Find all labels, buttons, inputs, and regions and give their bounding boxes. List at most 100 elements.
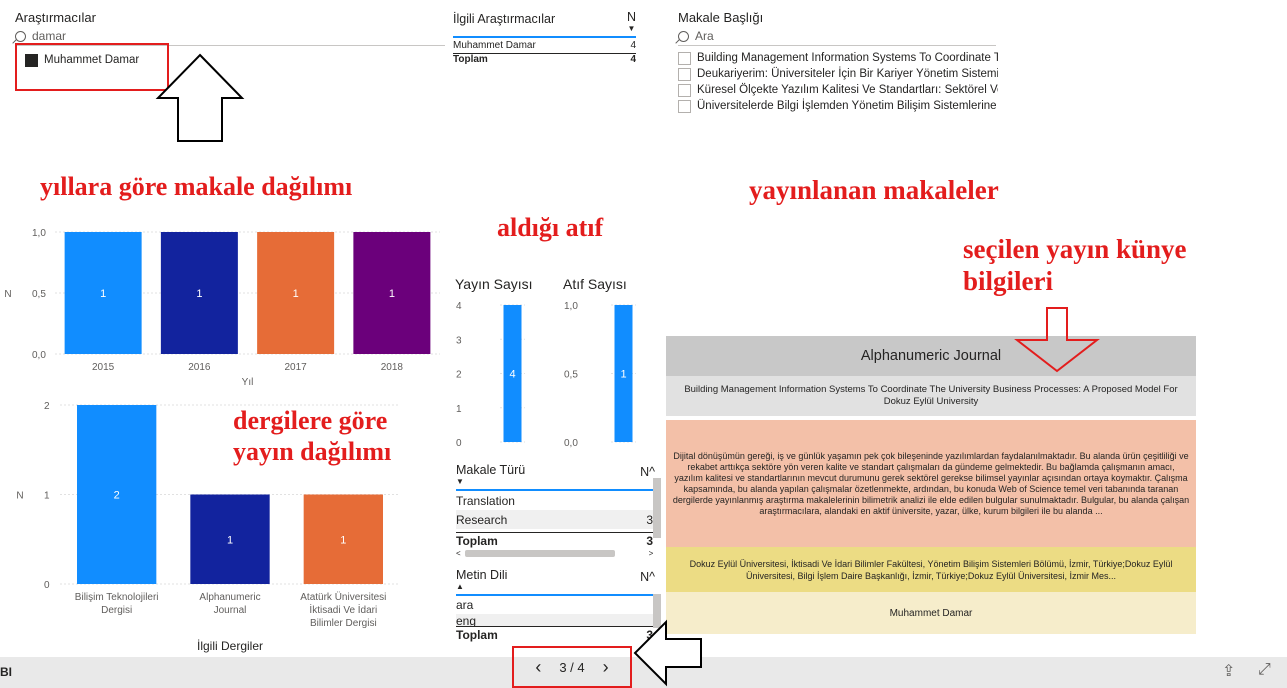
researchers-search-input[interactable]: damar bbox=[32, 29, 66, 43]
card-author: Muhammet Damar bbox=[666, 592, 1196, 634]
sort-up-icon: ▲ bbox=[456, 582, 464, 591]
x-tick-label: Alphanumeric bbox=[199, 592, 260, 603]
article-item[interactable]: Küresel Ölçekte Yazılım Kalitesi Ve Stan… bbox=[678, 82, 998, 98]
x-tick-label: İktisadi Ve İdari bbox=[309, 603, 377, 616]
x-tick-label: Atatürk Üniversitesi bbox=[300, 591, 386, 603]
annotation-selected-info: seçilen yayın künye bilgileri bbox=[963, 233, 1187, 297]
col-header-text-language[interactable]: Metin Dili ▲ bbox=[456, 570, 507, 594]
y-tick-label: 2 bbox=[456, 370, 462, 381]
prev-page-icon[interactable]: ‹ bbox=[535, 657, 541, 678]
y-tick-label: 1 bbox=[456, 404, 462, 415]
next-page-icon[interactable]: › bbox=[603, 657, 609, 678]
article-slicer-title: Makale Başlığı bbox=[678, 10, 764, 25]
article-item[interactable]: Building Management Information Systems … bbox=[678, 50, 998, 66]
chart-articles-by-year: 0,0 0,5 1,0 1 2015 1 2016 1 2017 1 2018 N Yıl bbox=[4, 228, 440, 388]
x-tick-label: Bilişim Teknolojileri bbox=[75, 592, 159, 603]
sort-down-icon: ▼ bbox=[456, 477, 464, 486]
up-arrow-annotation bbox=[155, 53, 245, 142]
col-header-n[interactable]: N ▼ bbox=[627, 11, 636, 34]
annotation-citations: aldığı atıf bbox=[497, 213, 604, 242]
total-label: Toplam bbox=[453, 54, 488, 65]
col-header-n-label: N bbox=[640, 465, 650, 479]
search-icon bbox=[15, 30, 26, 42]
annotation-selected-info-line2: bilgileri bbox=[963, 266, 1053, 296]
article-item-label: Building Management Information Systems … bbox=[697, 52, 998, 64]
y-axis-label: N bbox=[4, 289, 11, 300]
table-row: Muhammet Damar 4 bbox=[453, 40, 636, 53]
cell-name: eng bbox=[456, 614, 477, 626]
x-tick-label: 2016 bbox=[188, 362, 211, 373]
article-item-label: Küresel Ölçekte Yazılım Kalitesi Ve Stan… bbox=[697, 84, 998, 96]
chart-citation-count: 0,0 0,5 1,0 1 bbox=[564, 301, 636, 449]
y-tick-label: 0 bbox=[44, 580, 50, 591]
y-tick-label: 0,5 bbox=[564, 370, 578, 381]
article-item[interactable]: Üniversitelerde Bilgi İşlemden Yönetim B… bbox=[678, 98, 998, 114]
annotation-published: yayınlanan makaleler bbox=[749, 175, 999, 205]
article-search[interactable]: Ara bbox=[678, 29, 996, 46]
table-total-row: Toplam 3 bbox=[456, 532, 661, 549]
y-tick-label: 0 bbox=[456, 438, 462, 449]
cell-name: Muhammet Damar bbox=[453, 40, 536, 51]
sort-down-icon: ▼ bbox=[627, 24, 636, 33]
vertical-scrollbar[interactable] bbox=[653, 478, 661, 538]
scroll-thumb[interactable] bbox=[464, 550, 615, 557]
x-tick-label: Dergisi bbox=[101, 605, 132, 616]
y-tick-label: 1,0 bbox=[564, 301, 578, 312]
chart-articles-by-journal: 0 1 2 2 Bilişim Teknolojileri Dergisi 1 Alphanu… bbox=[16, 401, 400, 653]
total-label: Toplam bbox=[456, 627, 498, 642]
highlight-box-researcher bbox=[15, 43, 169, 91]
bar-data-label: 1 bbox=[227, 534, 233, 546]
fullscreen-icon[interactable]: ⤢ bbox=[1258, 661, 1271, 679]
bar-data-label: 1 bbox=[389, 288, 395, 300]
bar-data-label: 2 bbox=[114, 490, 120, 502]
table-row[interactable]: Translation bbox=[456, 491, 661, 510]
total-label: Toplam bbox=[456, 534, 498, 548]
col-header-article-type-label: Makale Türü bbox=[456, 463, 526, 477]
article-item[interactable]: Deukariyerim: Üniversiteler İçin Bir Kar… bbox=[678, 66, 998, 82]
card-affiliation: Dokuz Eylül Üniversitesi, İktisadi Ve İd… bbox=[666, 547, 1196, 592]
checkbox[interactable] bbox=[678, 67, 691, 81]
article-type-table: Makale Türü ▼ N^ Translation Research 3 … bbox=[456, 463, 661, 561]
x-axis-label: İlgili Dergiler bbox=[197, 639, 263, 653]
page-indicator: 3 / 4 bbox=[559, 659, 585, 675]
checkbox[interactable] bbox=[678, 83, 691, 97]
col-header-related-researchers[interactable]: İlgili Araştırmacılar bbox=[453, 12, 555, 26]
col-header-article-type[interactable]: Makale Türü ▼ bbox=[456, 463, 526, 489]
y-tick-label: 1,0 bbox=[32, 228, 46, 239]
table-row[interactable]: Research 3 bbox=[456, 510, 661, 529]
table-row[interactable]: ara bbox=[456, 596, 661, 614]
down-arrow-annotation bbox=[1014, 307, 1100, 373]
cell-name: Research bbox=[456, 512, 508, 527]
kpi-publication-title: Yayın Sayısı bbox=[455, 276, 533, 292]
table-row[interactable]: eng bbox=[456, 614, 661, 626]
table-header: Makale Türü ▼ N^ bbox=[456, 463, 661, 491]
y-tick-label: 2 bbox=[44, 401, 50, 412]
y-tick-label: 4 bbox=[456, 301, 462, 312]
article-item-label: Deukariyerim: Üniversiteler İçin Bir Kar… bbox=[697, 68, 998, 80]
scroll-left-icon[interactable]: < bbox=[456, 549, 461, 558]
col-header-text-language-label: Metin Dili bbox=[456, 570, 508, 582]
bar-data-label: 4 bbox=[509, 369, 515, 381]
article-search-input[interactable]: Ara bbox=[695, 29, 714, 43]
total-n: 4 bbox=[630, 54, 636, 65]
col-header-n[interactable]: N^ bbox=[640, 570, 655, 594]
annotation-selected-info-line1: seçilen yayın künye bbox=[963, 234, 1187, 264]
x-tick-label: Bilimler Dergisi bbox=[310, 618, 377, 629]
x-tick-label: 2015 bbox=[92, 362, 115, 373]
brand-label: BI bbox=[0, 665, 12, 679]
x-tick-label: Journal bbox=[214, 605, 247, 616]
y-tick-label: 3 bbox=[456, 335, 462, 346]
text-language-table: Metin Dili ▲ N^ ara eng Toplam 3 bbox=[456, 570, 661, 656]
cell-n: 4 bbox=[630, 40, 636, 51]
share-icon[interactable]: ⇪ bbox=[1222, 661, 1235, 681]
total-n: 3 bbox=[646, 534, 653, 548]
y-tick-label: 0,0 bbox=[564, 438, 578, 449]
scroll-right-icon[interactable]: > bbox=[649, 549, 654, 558]
card-title: Building Management Information Systems … bbox=[666, 376, 1196, 416]
y-tick-label: 0,5 bbox=[32, 289, 46, 300]
x-tick-label: 2017 bbox=[285, 362, 308, 373]
page-navigator: ‹ 3 / 4 › bbox=[512, 646, 632, 688]
checkbox[interactable] bbox=[678, 99, 691, 113]
horizontal-scrollbar[interactable]: < > bbox=[456, 549, 661, 558]
checkbox[interactable] bbox=[678, 51, 691, 65]
